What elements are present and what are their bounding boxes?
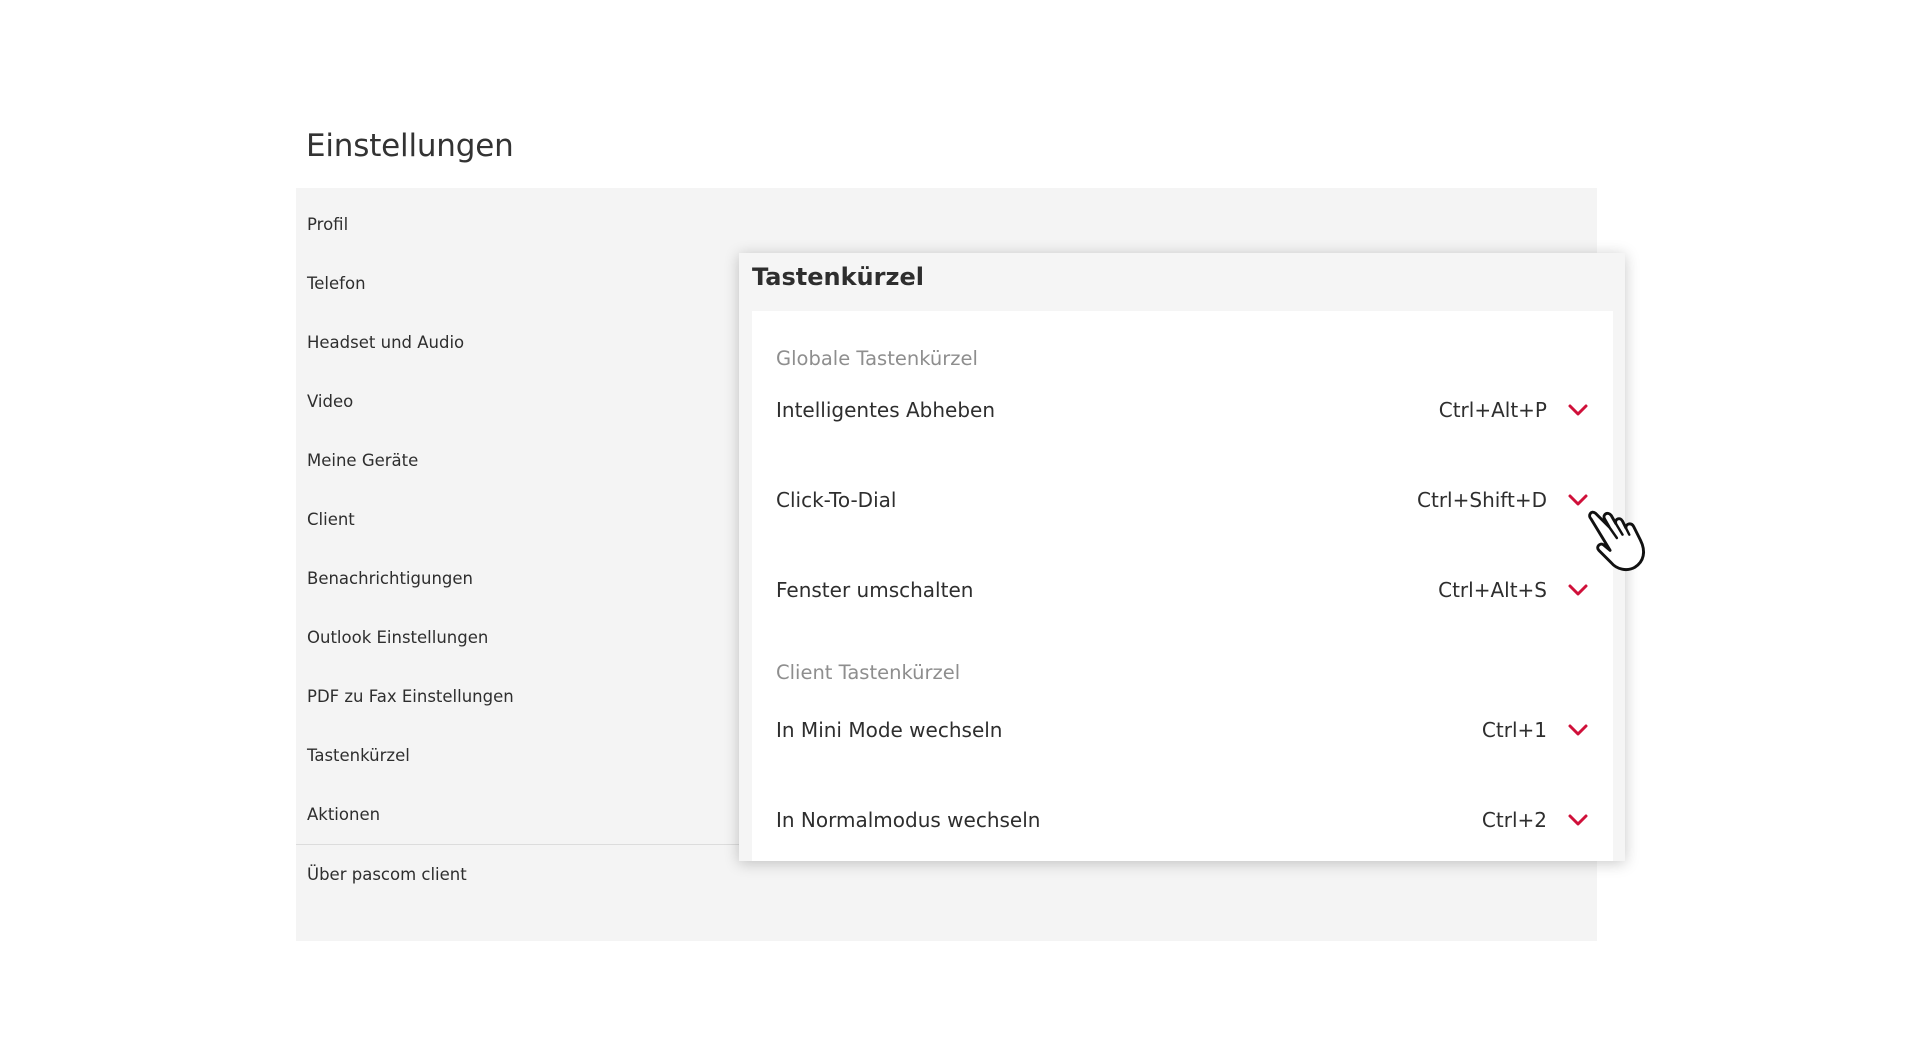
- shortcut-label: In Mini Mode wechseln: [776, 718, 1003, 742]
- sidebar-item-headset-audio[interactable]: Headset und Audio: [307, 333, 464, 352]
- dialog-title: Tastenkürzel: [752, 263, 924, 291]
- chevron-down-icon[interactable]: [1567, 813, 1589, 827]
- sidebar-item-ueber[interactable]: Über pascom client: [307, 865, 467, 884]
- shortcut-row: In Normalmodus wechseln Ctrl+2: [776, 805, 1589, 835]
- shortcut-value: Ctrl+Alt+P: [1438, 398, 1547, 422]
- sidebar-item-outlook[interactable]: Outlook Einstellungen: [307, 628, 488, 647]
- hand-pointer-icon: [1588, 510, 1646, 572]
- sidebar-item-aktionen[interactable]: Aktionen: [307, 805, 380, 824]
- shortcut-dropdown[interactable]: Ctrl+Alt+P: [1439, 398, 1589, 422]
- shortcut-label: Intelligentes Abheben: [776, 398, 996, 422]
- chevron-down-icon[interactable]: [1567, 403, 1589, 417]
- shortcut-row: In Mini Mode wechseln Ctrl+1: [776, 715, 1589, 745]
- shortcut-value: Ctrl+Shift+D: [1417, 488, 1547, 512]
- sidebar-item-profil[interactable]: Profil: [307, 215, 348, 234]
- sidebar-item-meine-geraete[interactable]: Meine Geräte: [307, 451, 418, 470]
- sidebar-item-tastenkuerzel[interactable]: Tastenkürzel: [307, 746, 410, 765]
- section-heading-global: Globale Tastenkürzel: [776, 347, 978, 370]
- shortcut-label: Fenster umschalten: [776, 578, 974, 602]
- section-heading-client: Client Tastenkürzel: [776, 661, 961, 684]
- sidebar-item-pdf-fax[interactable]: PDF zu Fax Einstellungen: [307, 687, 514, 706]
- shortcut-label: Click-To-Dial: [776, 488, 897, 512]
- shortcut-dropdown[interactable]: Ctrl+2: [1482, 808, 1589, 832]
- shortcut-value: Ctrl+2: [1481, 808, 1547, 832]
- page-title: Einstellungen: [306, 128, 514, 164]
- shortcut-dropdown[interactable]: Ctrl+Alt+S: [1438, 578, 1589, 602]
- shortcut-label: In Normalmodus wechseln: [776, 808, 1041, 832]
- shortcut-dropdown[interactable]: Ctrl+Shift+D: [1417, 488, 1589, 512]
- sidebar-item-client[interactable]: Client: [307, 510, 355, 529]
- sidebar-item-video[interactable]: Video: [307, 392, 353, 411]
- shortcut-row: Intelligentes Abheben Ctrl+Alt+P: [776, 395, 1589, 425]
- sidebar-divider: [296, 844, 739, 845]
- shortcuts-dialog: Tastenkürzel Globale Tastenkürzel Intell…: [739, 253, 1625, 861]
- shortcut-row: Click-To-Dial Ctrl+Shift+D: [776, 485, 1589, 515]
- chevron-down-icon[interactable]: [1567, 723, 1589, 737]
- settings-sidebar: Profil Telefon Headset und Audio Video M…: [296, 188, 739, 941]
- chevron-down-icon[interactable]: [1567, 583, 1589, 597]
- dialog-body: Globale Tastenkürzel Intelligentes Abheb…: [752, 311, 1613, 861]
- settings-screen: Einstellungen Profil Telefon Headset und…: [0, 0, 1920, 1040]
- shortcut-value: Ctrl+1: [1481, 718, 1547, 742]
- shortcut-value: Ctrl+Alt+S: [1438, 578, 1547, 602]
- shortcut-row: Fenster umschalten Ctrl+Alt+S: [776, 575, 1589, 605]
- sidebar-item-telefon[interactable]: Telefon: [307, 274, 366, 293]
- sidebar-item-benachrichtigungen[interactable]: Benachrichtigungen: [307, 569, 473, 588]
- shortcut-dropdown[interactable]: Ctrl+1: [1482, 718, 1589, 742]
